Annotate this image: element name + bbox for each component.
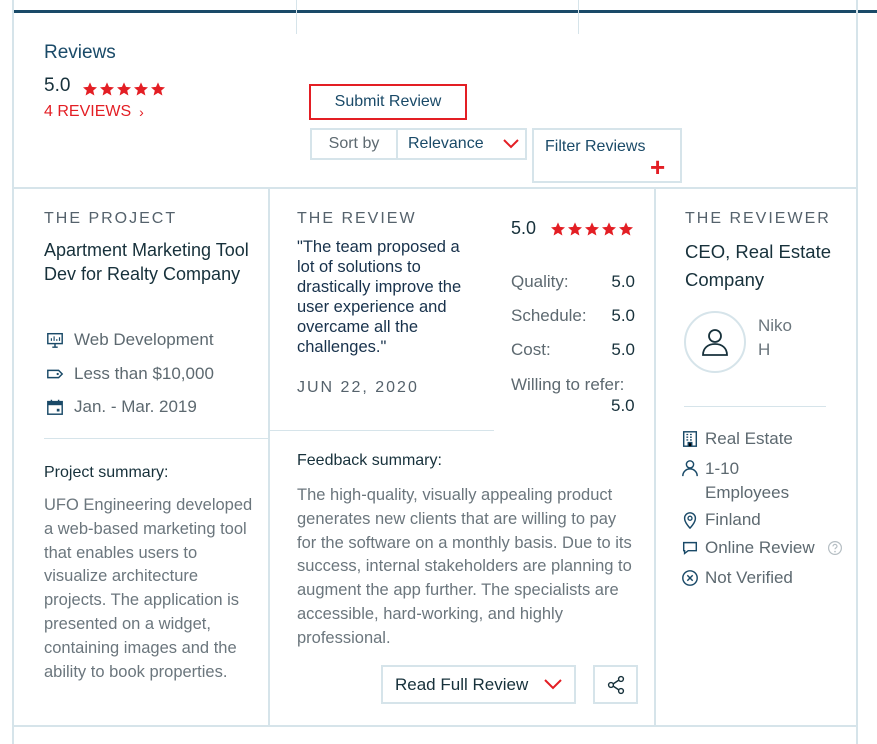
submit-review-button[interactable]: Submit Review: [309, 84, 467, 120]
divider: [296, 0, 297, 34]
person-icon: [682, 460, 698, 477]
filter-reviews-button[interactable]: Filter Reviews +: [532, 128, 682, 183]
avatar: [684, 311, 746, 373]
industry-label: Real Estate: [705, 429, 793, 448]
filter-reviews-label: Filter Reviews: [545, 138, 646, 155]
submit-review-label: Submit Review: [334, 93, 442, 110]
price-tag-icon: [47, 369, 64, 379]
reviewer-review-type: Online Review: [681, 538, 843, 558]
dates-label: Jan. - Mar. 2019: [74, 397, 197, 416]
project-budget: Less than $10,000: [46, 364, 214, 384]
divider: [12, 0, 14, 744]
employees-label: 1-10 Employees: [705, 459, 790, 502]
location-label: Finland: [705, 510, 761, 529]
share-button[interactable]: [593, 665, 638, 704]
reviewer-employees: 1-10 Employees: [681, 457, 805, 505]
quality-value: 5.0: [611, 272, 635, 291]
quality-label: Quality:: [511, 272, 569, 291]
reviewer-location: Finland: [681, 510, 761, 530]
star-icon: [602, 222, 616, 236]
schedule-value: 5.0: [611, 306, 635, 325]
refer-value: 5.0: [611, 396, 635, 415]
sort-value: Relevance: [408, 135, 484, 152]
sort-label: Sort by: [312, 130, 398, 158]
chevron-down-icon: [544, 679, 562, 690]
chevron-right-icon: ›: [139, 104, 144, 120]
share-icon: [607, 675, 624, 694]
star-icon: [151, 82, 165, 96]
reviews-count-label: 4 REVIEWS: [44, 103, 132, 120]
service-label: Web Development: [74, 330, 214, 349]
schedule-rating: Schedule: 5.0: [511, 306, 635, 326]
reviewer-title: CEO, Real Estate Company: [685, 241, 832, 290]
project-dates: Jan. - Mar. 2019: [46, 397, 197, 417]
divider: [684, 406, 826, 407]
review-heading: THE REVIEW: [297, 210, 417, 227]
divider: [14, 187, 856, 189]
sort-control: Sort by Relevance: [310, 128, 527, 160]
user-icon: [702, 329, 728, 356]
reviewer-heading: THE REVIEWER: [685, 210, 831, 227]
project-service: Web Development: [46, 330, 214, 350]
divider: [856, 0, 858, 744]
schedule-label: Schedule:: [511, 306, 587, 325]
feedback-summary-heading: Feedback summary:: [297, 452, 442, 469]
star-icon: [134, 82, 148, 96]
cost-rating: Cost: 5.0: [511, 340, 635, 360]
close-circle-icon: [682, 570, 698, 586]
divider: [44, 438, 268, 439]
star-icon: [585, 222, 599, 236]
reviewer-name: Niko H: [758, 316, 793, 359]
monitor-icon: [47, 332, 63, 348]
reviews-count-link[interactable]: 4 REVIEWS ›: [44, 103, 144, 121]
plus-icon: +: [650, 152, 666, 182]
review-stars: [550, 221, 634, 237]
verification-label: Not Verified: [705, 568, 793, 587]
chat-bubble-icon: [682, 541, 698, 555]
star-icon: [619, 222, 633, 236]
help-icon[interactable]: [827, 540, 843, 556]
reviewer-verification: Not Verified: [681, 568, 793, 588]
star-icon: [568, 222, 582, 236]
divider: [578, 0, 579, 34]
sort-select[interactable]: Relevance: [398, 130, 525, 158]
divider: [268, 189, 270, 725]
calendar-icon: [47, 399, 63, 415]
cost-value: 5.0: [611, 340, 635, 359]
star-icon: [117, 82, 131, 96]
reviews-title: Reviews: [44, 42, 116, 63]
top-bar: [14, 10, 877, 13]
location-pin-icon: [683, 512, 697, 529]
overall-stars: [82, 81, 166, 97]
divider: [14, 725, 856, 727]
read-full-review-label: Read Full Review: [395, 674, 529, 694]
review-quote: "The team proposed a lot of solutions to…: [297, 238, 462, 356]
divider: [654, 189, 656, 725]
review-type-label: Online Review: [705, 538, 815, 557]
star-icon: [100, 82, 114, 96]
reviewer-industry: Real Estate: [681, 429, 793, 449]
divider: [270, 430, 494, 431]
project-title: Apartment Marketing Tool Dev for Realty …: [44, 240, 249, 284]
project-summary-heading: Project summary:: [44, 464, 169, 481]
feedback-summary: The high-quality, visually appealing pro…: [297, 486, 632, 647]
quality-rating: Quality: 5.0: [511, 272, 635, 292]
overall-rating: 5.0: [44, 75, 71, 96]
chevron-down-icon: [503, 139, 519, 149]
review-date: JUN 22, 2020: [297, 379, 419, 396]
read-full-review-button[interactable]: Read Full Review: [381, 665, 576, 704]
project-summary: UFO Engineering developed a web-based ma…: [44, 496, 253, 681]
cost-label: Cost:: [511, 340, 551, 359]
budget-label: Less than $10,000: [74, 364, 214, 383]
star-icon: [551, 222, 565, 236]
refer-label: Willing to refer:: [511, 375, 625, 394]
star-icon: [83, 82, 97, 96]
project-heading: THE PROJECT: [44, 210, 178, 227]
review-overall-rating: 5.0: [511, 218, 537, 238]
building-icon: [682, 431, 698, 447]
